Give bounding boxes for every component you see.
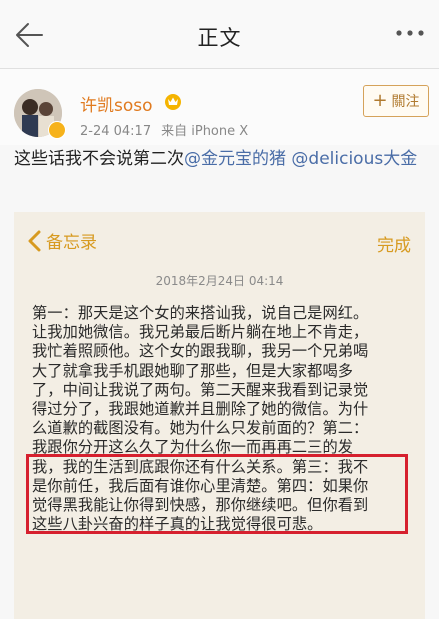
follow-button[interactable]: + 關注 [363, 85, 429, 117]
memo-screenshot: 备忘录 完成 2018年2月24日 04:14 第一：那天是这个女的来搭讪我，说… [14, 212, 425, 619]
post-text-prefix: 这些话我不会说第二次 [14, 149, 184, 169]
author-name[interactable]: 许凯soso [80, 91, 153, 116]
post-text: 这些话我不会说第二次@金元宝的猪 @delicious大金 [14, 146, 429, 172]
top-navigation-bar: 正文 [0, 0, 439, 69]
memo-line: 么道歉的截图没有。她为什么只发前面的？第二： [32, 419, 369, 438]
memo-line: 让我加她微信。我兄弟最后断片躺在地上不肯走， [32, 323, 369, 342]
memo-done-button[interactable]: 完成 [377, 231, 411, 256]
chevron-left-icon [28, 230, 41, 251]
vip-crown-icon [165, 94, 181, 110]
memo-line: 了，中间让我说了两句。第二天醒来我看到记录觉 [32, 380, 369, 399]
memo-back-button[interactable]: 备忘录 [26, 228, 97, 253]
more-dots-icon[interactable] [395, 29, 425, 37]
plus-icon: + [372, 90, 388, 111]
post-meta: 2-24 04:17 来自 iPhone X [80, 120, 248, 139]
page-title: 正文 [197, 26, 242, 50]
verified-badge-icon [48, 121, 66, 139]
post-time: 2-24 04:17 [80, 124, 152, 139]
memo-line: 大了就拿我手机跟她聊了那些，但是大家都喝多 [32, 361, 354, 380]
follow-label: 關注 [391, 94, 420, 110]
memo-line: 第一：那天是这个女的来搭讪我，说自己是网红。 [32, 304, 369, 322]
post-source: 来自 iPhone X [161, 124, 249, 139]
mention-link[interactable]: @delicious大金 [291, 149, 417, 169]
memo-date: 2018年2月24日 04:14 [155, 274, 284, 288]
red-highlight-box [26, 454, 408, 534]
memo-back-label: 备忘录 [46, 233, 97, 253]
mention-link[interactable]: @金元宝的猪 [184, 149, 286, 169]
memo-line: 我忙着照顾他。这个女的跟我聊，我另一个兄弟喝 [32, 342, 369, 361]
memo-line: 得过分了，我跟她道歉并且删除了她的微信。为什 [32, 400, 369, 419]
